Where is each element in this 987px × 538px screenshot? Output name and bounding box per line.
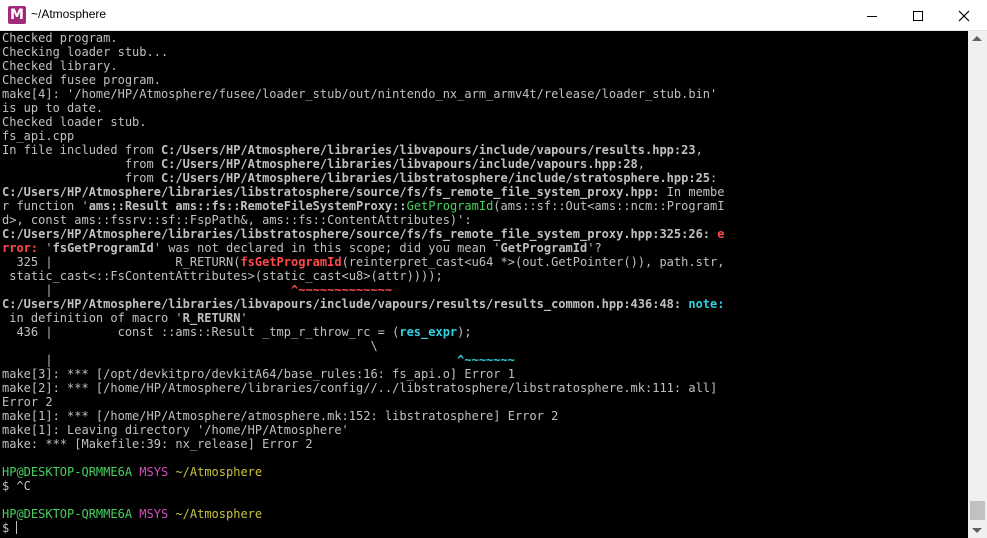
include-trace-line: In file included from C:/Users/HP/Atmosp… — [2, 143, 703, 157]
terminal-output[interactable]: Checked program. Checking loader stub...… — [0, 31, 968, 538]
prompt-directory: ~/Atmosphere — [175, 507, 263, 521]
code: (reinterpret_cast<u64 *>(out.GetPointer(… — [341, 255, 725, 269]
include-trace-line: from C:/Users/HP/Atmosphere/libraries/li… — [2, 157, 645, 171]
source-path: C:/Users/HP/Atmosphere/libraries/libstra… — [2, 185, 660, 199]
source-path: C:/Users/HP/Atmosphere/libraries/libstra… — [2, 227, 711, 241]
error-message: ' was not declared in this scope; did yo… — [153, 241, 501, 255]
maximize-icon — [913, 10, 923, 21]
include-prefix: from — [2, 157, 161, 171]
title-bar[interactable]: M ~/Atmosphere — [0, 0, 987, 31]
maximize-button[interactable] — [895, 0, 941, 31]
punct: ' — [45, 241, 53, 255]
scrollbar-thumb[interactable] — [970, 501, 985, 520]
highlighted-code: res_expr — [399, 325, 458, 339]
code: 436 | const ::ams::Result _tmp_r_throw_r… — [2, 325, 400, 339]
shell-input-line[interactable]: $ — [2, 521, 18, 535]
shell-prompt: HP@DESKTOP-QRMME6A MSYS ~/Atmosphere — [2, 507, 262, 521]
caret-line: | ^~~~~~~~~~~~~~ — [2, 283, 392, 297]
include-trace-line: from C:/Users/HP/Atmosphere/libraries/li… — [2, 171, 717, 185]
terminal-line: is up to date. — [2, 101, 104, 115]
error-line: rror: 'fsGetProgramId' was not declared … — [2, 241, 602, 255]
make-error-line: make[1]: *** [/home/HP/Atmosphere/atmosp… — [2, 409, 559, 423]
close-icon — [958, 10, 970, 21]
punct: ': — [457, 213, 472, 227]
include-path: C:/Users/HP/Atmosphere/libraries/libvapo… — [160, 143, 696, 157]
context-text: In membe — [659, 185, 725, 199]
identifier: GetProgramId — [500, 241, 588, 255]
function-name: GetProgramId — [406, 199, 494, 213]
prompt-env: MSYS — [139, 465, 169, 479]
macro-name: R_RETURN — [182, 311, 241, 325]
terminal-line: make[4]: '/home/HP/Atmosphere/fusee/load… — [2, 87, 718, 101]
terminal-line: Checked library. — [2, 59, 118, 73]
make-info-line: make[1]: Leaving directory '/home/HP/Atm… — [2, 423, 349, 437]
terminal-line: Checked loader stub. — [2, 115, 147, 129]
include-prefix: In file included from — [2, 143, 161, 157]
error-context-line: C:/Users/HP/Atmosphere/libraries/libstra… — [2, 185, 724, 199]
make-error-line: make[3]: *** [/opt/devkitpro/devkitA64/b… — [2, 367, 515, 381]
error-context-line: d>, const ams::fssrv::sf::FspPath&, ams:… — [2, 213, 472, 227]
terminal-line: Checked program. — [2, 31, 118, 45]
error-label: e — [710, 227, 725, 241]
highlighted-code: fsGetProgramId — [240, 255, 342, 269]
prompt-symbol: $ — [2, 521, 17, 535]
code: 325 | R_RETURN( — [2, 255, 241, 269]
punct: , — [637, 157, 646, 171]
prompt-user-host: HP@DESKTOP-QRMME6A — [2, 465, 133, 479]
punct: , — [695, 143, 703, 157]
shell-command-line: $ ^C — [2, 479, 31, 493]
window-title: ~/Atmosphere — [31, 7, 107, 21]
include-prefix: from — [2, 171, 161, 185]
make-error-line: make: *** [Makefile:39: nx_release] Erro… — [2, 437, 313, 451]
text-cursor — [16, 521, 18, 534]
punct: ' — [240, 311, 248, 325]
context-text: r function ' — [2, 199, 89, 213]
source-snippet-line: static_cast<::FsContentAttributes>(stati… — [2, 269, 443, 283]
source-path: C:/Users/HP/Atmosphere/libraries/libvapo… — [2, 297, 682, 311]
identifier: fsGetProgramId — [52, 241, 154, 255]
function-signature: d>, const ams::fssrv::sf::FspPath&, ams:… — [2, 213, 458, 227]
include-path: C:/Users/HP/Atmosphere/libraries/libstra… — [160, 171, 711, 185]
scroll-up-arrow-icon[interactable] — [972, 36, 982, 41]
prompt-env: MSYS — [139, 507, 169, 521]
make-error-line: Error 2 — [2, 395, 53, 409]
include-path: C:/Users/HP/Atmosphere/libraries/libvapo… — [160, 157, 638, 171]
terminal-line: Checking loader stub... — [2, 45, 169, 59]
error-caret: ^~~~~~~~~~~~~~ — [290, 283, 393, 297]
function-signature: (ams::sf::Out<ams::ncm::ProgramI — [493, 199, 725, 213]
msys-app-icon: M — [8, 6, 26, 24]
error-line: C:/Users/HP/Atmosphere/libraries/libstra… — [2, 227, 724, 241]
terminal-line: Checked fusee program. — [2, 73, 161, 87]
gutter: | — [2, 283, 291, 297]
punct: '? — [587, 241, 602, 255]
error-label: rror: — [2, 241, 46, 255]
source-snippet-line: 436 | const ::ams::Result _tmp_r_throw_r… — [2, 325, 472, 339]
scroll-down-arrow-icon[interactable] — [972, 528, 982, 533]
vertical-scrollbar[interactable] — [968, 31, 987, 538]
shell-prompt: HP@DESKTOP-QRMME6A MSYS ~/Atmosphere — [2, 465, 262, 479]
caret-line: | ^~~~~~~~ — [2, 353, 515, 367]
source-snippet-line: 325 | R_RETURN(fsGetProgramId(reinterpre… — [2, 255, 724, 269]
terminal-line: fs_api.cpp — [2, 129, 75, 143]
note-text: in definition of macro ' — [2, 311, 183, 325]
prompt-directory: ~/Atmosphere — [175, 465, 263, 479]
punct: : — [710, 171, 718, 185]
function-signature: ams::Result ams::fs::RemoteFileSystemPro… — [88, 199, 407, 213]
code: ); — [457, 325, 472, 339]
minimize-icon — [867, 15, 877, 17]
note-line: C:/Users/HP/Atmosphere/libraries/libvapo… — [2, 297, 724, 311]
error-context-line: r function 'ams::Result ams::fs::RemoteF… — [2, 199, 724, 213]
close-button[interactable] — [941, 0, 987, 31]
make-error-line: make[2]: *** [/home/HP/Atmosphere/librar… — [2, 381, 718, 395]
note-line: in definition of macro 'R_RETURN' — [2, 311, 248, 325]
source-snippet-line: \ — [2, 339, 378, 353]
minimize-button[interactable] — [849, 0, 895, 31]
prompt-user-host: HP@DESKTOP-QRMME6A — [2, 507, 133, 521]
note-caret: ^~~~~~~~ — [457, 353, 515, 367]
note-label: note: — [681, 297, 725, 311]
gutter: | — [2, 353, 458, 367]
